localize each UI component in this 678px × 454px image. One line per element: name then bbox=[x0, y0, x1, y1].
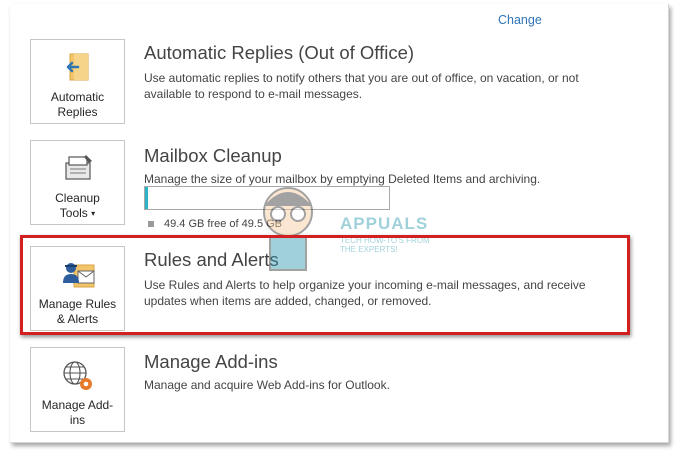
watermark-text: APPUALS bbox=[340, 214, 429, 233]
automatic-replies-button[interactable]: Automatic Replies bbox=[30, 39, 125, 124]
dropdown-caret-icon: ▾ bbox=[91, 209, 96, 218]
tile-label: Automatic bbox=[50, 90, 105, 104]
section-title-mailbox-cleanup: Mailbox Cleanup bbox=[144, 145, 282, 166]
manage-addins-icon bbox=[60, 356, 96, 396]
section-title-manage-addins: Manage Add-ins bbox=[144, 351, 278, 372]
tile-label: Replies bbox=[57, 105, 98, 119]
cleanup-tools-icon bbox=[60, 149, 96, 189]
section-desc-manage-addins: Manage and acquire Web Add-ins for Outlo… bbox=[144, 378, 390, 392]
cleanup-tools-button[interactable]: Cleanup Tools ▾ bbox=[30, 140, 125, 225]
mailbox-usage-fill bbox=[145, 187, 148, 209]
section-title-automatic-replies: Automatic Replies (Out of Office) bbox=[144, 42, 415, 63]
tile-label: Tools bbox=[59, 206, 88, 220]
section-desc-automatic-replies: Use automatic replies to notify others t… bbox=[144, 71, 579, 101]
rules-alerts-highlight bbox=[20, 235, 630, 335]
tile-label: ins bbox=[69, 413, 86, 427]
automatic-replies-icon bbox=[60, 48, 96, 88]
tile-label: Cleanup bbox=[55, 191, 100, 205]
legend-square-icon bbox=[148, 221, 154, 227]
tile-label: Manage Add- bbox=[41, 398, 114, 412]
manage-addins-button[interactable]: Manage Add- ins bbox=[30, 347, 125, 432]
change-link[interactable]: Change bbox=[498, 13, 542, 27]
